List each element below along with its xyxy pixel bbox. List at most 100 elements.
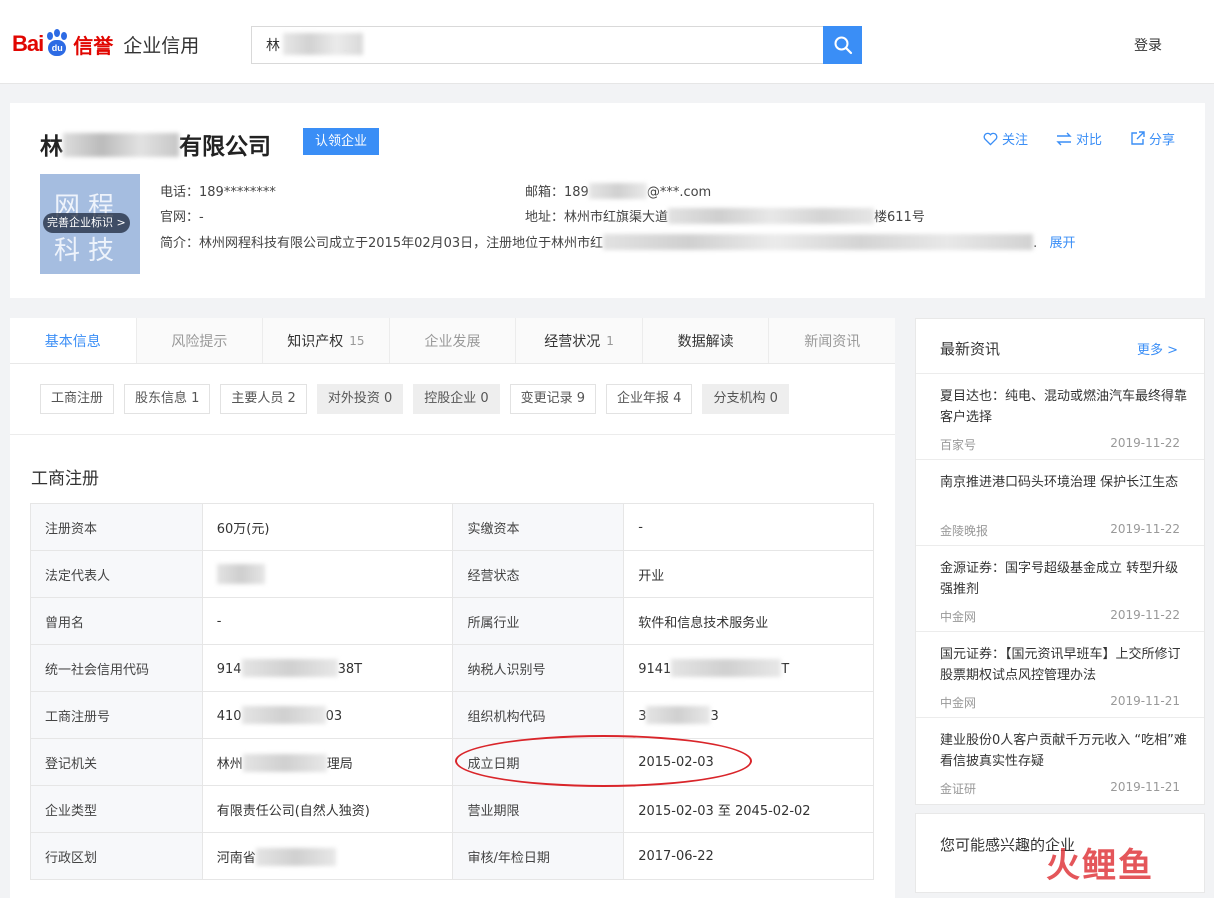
company-address: 地址：林州市红旗渠大道 楼611号 [525, 208, 925, 225]
news-item-source: 百家号 [940, 438, 977, 452]
field-value: - [201, 597, 454, 645]
sub-tabs: 工商注册 股东信息 1 主要人员 2 对外投资 0 控股企业 0 变更记录 9 … [40, 384, 789, 414]
heart-icon [983, 132, 998, 146]
company-email: 邮箱：189 @***.com [525, 183, 712, 200]
field-value: 河南省 [201, 832, 454, 880]
news-item-date: 2019-11-22 [1110, 522, 1180, 536]
compare-button[interactable]: 对比 [1056, 129, 1102, 148]
field-value: 林州 理局 [201, 738, 454, 786]
field-label: 纳税人识别号 [452, 644, 625, 692]
field-label: 审核/年检日期 [452, 832, 625, 880]
subtab-registration[interactable]: 工商注册 [40, 384, 115, 414]
field-label: 营业期限 [452, 785, 625, 833]
news-item-source: 金陵晚报 [940, 524, 989, 538]
company-actions: 关注 对比 分享 [983, 129, 1175, 148]
news-item[interactable]: 金源证券：国字号超级基金成立 转型升级强推剂 中金网 2019-11-22 [916, 546, 1204, 632]
share-label: 分享 [1148, 133, 1175, 148]
news-item-date: 2019-11-21 [1110, 694, 1180, 708]
company-website: 官网：- [160, 210, 204, 225]
field-value: 2017-06-22 [623, 832, 874, 880]
info-tabs: 基本信息 风险提示 知识产权 15 企业发展 经营状况 1 数据解读 新闻资讯 [10, 318, 896, 364]
baidu-xinyu-logo[interactable]: Bai du 信誉 企业信用 [12, 26, 199, 62]
tab-basic-info[interactable]: 基本信息 [10, 318, 137, 363]
tab-operation[interactable]: 经营状况 1 [516, 318, 643, 363]
tab-development[interactable]: 企业发展 [389, 318, 517, 363]
logo-chars-bottom: 科技 [54, 236, 123, 266]
tab-ip[interactable]: 知识产权 15 [263, 318, 390, 363]
main-panel: 基本信息 风险提示 知识产权 15 企业发展 经营状况 1 数据解读 新闻资讯 工商… [10, 318, 896, 898]
table-row: 工商注册号 410 03 组织机构代码 33 [30, 691, 874, 739]
legal-rep-redaction [216, 564, 265, 584]
tab-news[interactable]: 新闻资讯 [769, 318, 896, 363]
login-link[interactable]: 登录 [1134, 35, 1162, 55]
field-label: 所属行业 [452, 597, 625, 645]
field-label: 登记机关 [30, 738, 203, 786]
news-item[interactable]: 夏目达也：纯电、混动或燃油汽车最终得靠客户选择 百家号 2019-11-22 [916, 374, 1204, 460]
news-item-date: 2019-11-21 [1110, 780, 1180, 794]
field-value: 软件和信息技术服务业 [623, 597, 874, 645]
subtab-branches[interactable]: 分支机构 0 [702, 384, 789, 414]
news-header: 最新资讯 更多 > [916, 319, 1204, 374]
logo-du-text: du [48, 40, 67, 56]
company-name-redaction [63, 133, 179, 157]
claim-company-button[interactable]: 认领企业 [303, 128, 380, 155]
field-value: 914 38T [201, 644, 454, 692]
subtab-key-people[interactable]: 主要人员 2 [220, 384, 307, 414]
news-item-date: 2019-11-22 [1110, 608, 1180, 622]
section-title: 工商注册 [31, 469, 99, 489]
field-label: 法定代表人 [30, 550, 203, 598]
subtab-changes[interactable]: 变更记录 9 [509, 384, 597, 414]
news-title: 最新资讯 [940, 340, 1001, 358]
news-item-source: 中金网 [940, 696, 977, 710]
tab-data-analysis[interactable]: 数据解读 [642, 318, 770, 363]
company-name-start: 林 [40, 134, 63, 160]
field-label: 注册资本 [30, 503, 203, 551]
logo-subtitle: 企业信用 [123, 34, 200, 57]
table-row: 曾用名 - 所属行业 软件和信息技术服务业 [30, 597, 874, 645]
field-label: 经营状态 [452, 550, 625, 598]
news-item-source: 金证研 [940, 782, 977, 796]
news-item[interactable]: 国元证券：【国元资讯早班车】上交所修订股票期权试点风控管理办法 中金网 2019… [916, 632, 1204, 718]
field-value [201, 550, 454, 598]
subtab-holdings[interactable]: 控股企业 0 [413, 384, 500, 414]
expand-intro-link[interactable]: 展开 [1049, 236, 1075, 251]
news-item[interactable]: 南京推进港口码头环境治理 保护长江生态 金陵晚报 2019-11-22 [916, 460, 1204, 546]
news-item-title: 南京推进港口码头环境治理 保护长江生态 [940, 475, 1179, 490]
field-value: 410 03 [201, 691, 454, 739]
watermark-text: 火鲤鱼 [1046, 846, 1154, 886]
field-value: 2015-02-03 至 2045-02-02 [623, 785, 874, 833]
tab-risk[interactable]: 风险提示 [136, 318, 264, 363]
share-icon [1131, 131, 1145, 145]
search-button[interactable] [823, 26, 862, 64]
news-more-link[interactable]: 更多 > [1137, 339, 1178, 358]
company-logo[interactable]: 网程 科技 完善企业标识 > [40, 174, 140, 274]
subtab-annual-reports[interactable]: 企业年报 4 [606, 384, 693, 414]
company-intro: 简介：林州网程科技有限公司成立于2015年02月03日，注册地位于林州市红. 展… [160, 234, 1076, 251]
logo-bai-text: Bai [12, 31, 44, 56]
search-icon [834, 36, 852, 55]
share-button[interactable]: 分享 [1130, 129, 1175, 148]
top-bar: Bai du 信誉 企业信用 登录 [0, 0, 1214, 84]
table-row: 法定代表人 经营状态 开业 [30, 550, 874, 598]
field-label: 曾用名 [30, 597, 203, 645]
company-phone: 电话：189******** [160, 185, 276, 200]
subtab-shareholders[interactable]: 股东信息 1 [124, 384, 211, 414]
follow-label: 关注 [1001, 133, 1028, 148]
field-label: 组织机构代码 [452, 691, 625, 739]
field-label: 工商注册号 [30, 691, 203, 739]
field-label: 企业类型 [30, 785, 203, 833]
table-row: 注册资本 60万(元) 实缴资本 - [30, 503, 874, 551]
field-label: 实缴资本 [452, 503, 625, 551]
subtab-investments[interactable]: 对外投资 0 [316, 384, 404, 414]
company-card: 林 有限公司 认领企业 关注 对比 分享 网程 科技 完善企业标识 > 电话：18… [10, 103, 1205, 298]
company-name-end: 有限公司 [179, 134, 271, 160]
complete-logo-link[interactable]: 完善企业标识 > [43, 213, 130, 233]
search-redaction [283, 33, 363, 55]
news-item[interactable]: 建业股份0人客户贡献千万元收入 “吃相”难看信披真实性存疑 金证研 2019-1… [916, 718, 1204, 804]
news-item-title: 国元证券：【国元资讯早班车】上交所修订股票期权试点风控管理办法 [940, 647, 1181, 683]
follow-button[interactable]: 关注 [983, 129, 1028, 148]
field-value: 9141 T [623, 644, 874, 692]
field-value: 开业 [623, 550, 874, 598]
table-row: 行政区划 河南省 审核/年检日期 2017-06-22 [30, 832, 874, 880]
news-item-source: 中金网 [940, 610, 977, 624]
